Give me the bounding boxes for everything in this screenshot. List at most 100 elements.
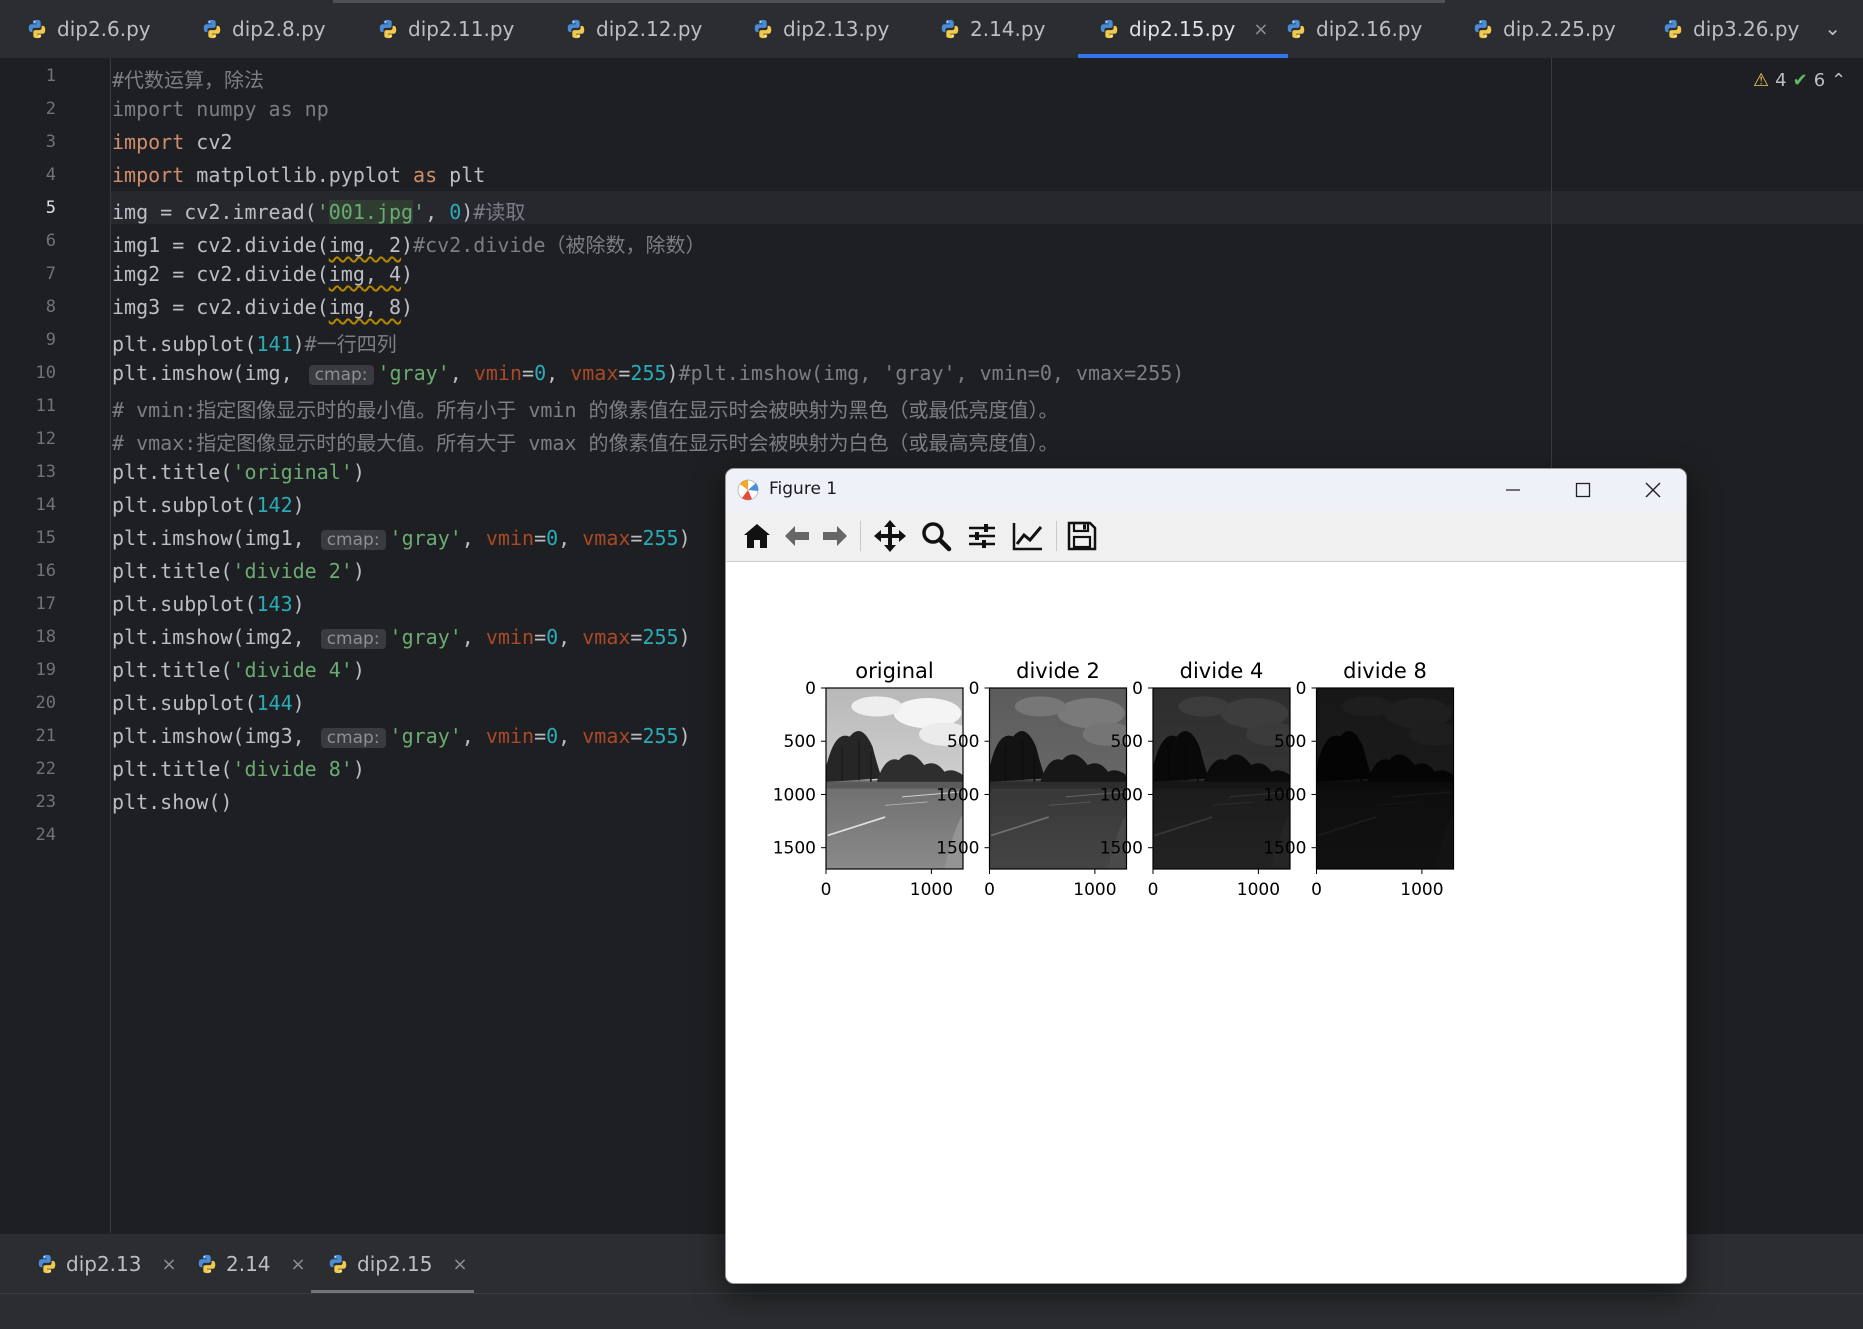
code-line-19[interactable]: plt.title('divide 4') (112, 658, 365, 682)
tab-dip2-15[interactable]: dip2.15.py × (1077, 0, 1289, 58)
code-text: ) (292, 332, 305, 356)
python-file-icon (1285, 18, 1307, 40)
subplot-title: divide 8 (1343, 659, 1427, 683)
code-line-5[interactable]: img = cv2.imread('001.jpg', 0)#读取 (112, 196, 525, 225)
x-tick-label: 1000 (910, 880, 953, 900)
home-icon (744, 524, 770, 548)
figure-plot[interactable]: original 0 500 1000 1500 0 1000 divide 2 0 500 100… (726, 562, 1686, 1283)
figure-title-bar[interactable]: Figure 1 (726, 469, 1686, 511)
run-tab-dip2-13[interactable]: dip2.13 × (36, 1234, 177, 1294)
subplot-4[interactable]: divide 8 0 500 1000 1500 0 1000 (1263, 659, 1460, 900)
code-line-7[interactable]: img2 = cv2.divide(img, 4) (112, 262, 413, 286)
code-text: , (461, 526, 486, 550)
configure-subplots-button[interactable] (963, 517, 1001, 555)
code-line-21[interactable]: plt.imshow(img3, cmap:'gray', vmin=0, vm… (112, 724, 691, 748)
code-line-8[interactable]: img3 = cv2.divide(img, 8) (112, 295, 413, 319)
tab-label: dip2.11.py (408, 17, 515, 41)
code-line-3[interactable]: import cv2 (112, 130, 232, 154)
code-line-6[interactable]: img1 = cv2.divide(img, 2)#cv2.divide（被除数… (112, 229, 706, 258)
code-line-13[interactable]: plt.title('original') (112, 460, 365, 484)
code-line-2[interactable]: import numpy as np (112, 97, 329, 121)
home-button[interactable] (738, 517, 776, 555)
number: 142 (256, 493, 293, 517)
tab-label: dip2.6.py (57, 17, 151, 41)
code-text: ) (352, 757, 365, 781)
code-text: plt.imshow(img3, (112, 724, 317, 748)
subplot-2[interactable]: divide 2 0 500 1000 1500 0 1000 (936, 659, 1133, 900)
close-tab-icon[interactable]: × (291, 1254, 306, 1275)
code-line-4[interactable]: import matplotlib.pyplot as plt (112, 163, 485, 187)
close-tab-icon[interactable]: × (452, 1254, 467, 1275)
code-line-17[interactable]: plt.subplot(143) (112, 592, 305, 616)
tab-dip2-6[interactable]: dip2.6.py (26, 0, 151, 58)
code-line-1[interactable]: #代数运算，除法 (112, 64, 264, 93)
number: 144 (256, 691, 293, 715)
code-text: , (558, 625, 583, 649)
line-number: 20 (35, 693, 56, 713)
tab-dip2-8[interactable]: dip2.8.py (201, 0, 326, 58)
param-name: vmin (485, 625, 535, 649)
code-line-15[interactable]: plt.imshow(img1, cmap:'gray', vmin=0, vm… (112, 526, 691, 550)
tab-overflow-chevron-icon[interactable]: ⌄ (1824, 16, 1841, 40)
tab-label: dip2.15.py (1129, 17, 1236, 41)
chevron-up-icon[interactable]: ⌃ (1831, 70, 1846, 91)
code-text: ) (352, 559, 365, 583)
zoom-button[interactable] (917, 517, 955, 555)
code-line-23[interactable]: plt.show() (112, 790, 232, 814)
line-number: 22 (35, 759, 56, 779)
parameter-hint: cmap: (308, 365, 374, 385)
forward-button[interactable] (816, 517, 854, 555)
close-tab-icon[interactable]: × (161, 1254, 176, 1275)
tab-2-14[interactable]: 2.14.py (939, 0, 1045, 58)
close-window-button[interactable] (1618, 469, 1686, 511)
code-text: plt.subplot( (112, 332, 257, 356)
code-text: = (534, 724, 547, 748)
python-file-icon (939, 18, 961, 40)
code-line-18[interactable]: plt.imshow(img2, cmap:'gray', vmin=0, vm… (112, 625, 691, 649)
code-text: plt.title( (112, 757, 233, 781)
tab-label: dip2.13.py (783, 17, 890, 41)
tab-dip2-11[interactable]: dip2.11.py (377, 0, 514, 58)
code-text: ) (401, 295, 414, 319)
maximize-button[interactable] (1548, 469, 1618, 511)
subplot-1[interactable]: original 0 500 1000 1500 0 1000 (773, 659, 970, 900)
minimize-button[interactable] (1478, 469, 1548, 511)
run-tab-2-14[interactable]: 2.14 × (196, 1234, 306, 1294)
subplot-title: original (855, 659, 934, 683)
brightness-overlay (1316, 688, 1454, 869)
subplot-title: divide 4 (1180, 659, 1264, 683)
code-line-22[interactable]: plt.title('divide 8') (112, 757, 365, 781)
tab-dip2-12[interactable]: dip2.12.py (565, 0, 702, 58)
code-line-10[interactable]: plt.imshow(img, cmap:'gray', vmin=0, vma… (112, 361, 1184, 385)
edit-axes-button[interactable] (1009, 517, 1047, 555)
run-tab-dip2-15[interactable]: dip2.15 × (311, 1234, 474, 1294)
tab-label: dip2.8.py (232, 17, 326, 41)
back-button[interactable] (778, 517, 816, 555)
close-tab-icon[interactable]: × (1253, 19, 1268, 40)
code-line-9[interactable]: plt.subplot(141)#一行四列 (112, 328, 397, 357)
param-name: vmax (582, 526, 631, 550)
inspection-widget[interactable]: ⚠ 4 ✔ 6 ⌃ (1753, 70, 1846, 91)
line-number: 4 (45, 165, 56, 185)
code-line-11[interactable]: # vmin:指定图像显示时的最小值。所有小于 vmin 的像素值在显示时会被映… (112, 394, 1059, 423)
save-button[interactable] (1063, 517, 1101, 555)
tab-dip2-16[interactable]: dip2.16.py (1285, 0, 1422, 58)
tab-dip2-13[interactable]: dip2.13.py (752, 0, 889, 58)
code-line-16[interactable]: plt.title('divide 2') (112, 559, 365, 583)
code-text: ) (292, 691, 305, 715)
tab-dip3-26[interactable]: dip3.26.py (1662, 0, 1799, 58)
subplot-3[interactable]: divide 4 0 500 1000 1500 0 1000 (1100, 659, 1297, 900)
pan-button[interactable] (871, 517, 909, 555)
code-line-20[interactable]: plt.subplot(144) (112, 691, 305, 715)
line-number: 2 (45, 99, 56, 119)
figure-window[interactable]: Figure 1 original 0 500 1000 1500 0 1000… (725, 468, 1687, 1284)
tab-dip-2-25[interactable]: dip.2.25.py (1472, 0, 1616, 58)
figure-canvas[interactable]: original 0 500 1000 1500 0 1000 divide 2 0 500 100… (726, 562, 1686, 1283)
code-text: = (630, 625, 643, 649)
python-run-icon (196, 1253, 218, 1275)
line-number: 18 (35, 627, 56, 647)
code-line-12[interactable]: # vmax:指定图像显示时的最大值。所有大于 vmax 的像素值在显示时会被映… (112, 427, 1059, 456)
code-line-14[interactable]: plt.subplot(142) (112, 493, 305, 517)
code-text: , (461, 724, 486, 748)
subplot-title: divide 2 (1016, 659, 1100, 683)
